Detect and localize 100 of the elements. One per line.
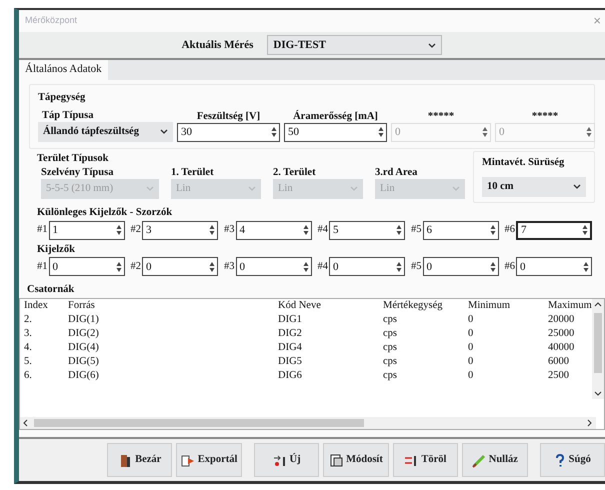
spin-arrows-icon: [583, 260, 589, 273]
table-cell-text: cps: [383, 369, 398, 383]
number-field[interactable]: 4: [236, 220, 312, 240]
door-icon: [118, 452, 132, 468]
spin-arrows-icon: [209, 260, 215, 273]
chevron-down-icon: [146, 186, 154, 191]
field-label: #6: [504, 223, 515, 238]
toolbar-button[interactable]: Módosít: [323, 443, 389, 477]
table-cell-text: 25000: [548, 327, 576, 341]
spin-arrows-icon: [586, 126, 592, 138]
number-field[interactable]: 30: [177, 122, 280, 142]
table-cell-text: DIG5: [278, 355, 303, 369]
column-header[interactable]: Minimum: [468, 299, 548, 313]
spin-arrows-icon: [116, 260, 122, 273]
toolbar-button[interactable]: Exportál: [176, 443, 242, 477]
toolbar-button[interactable]: Bezár: [107, 443, 172, 477]
new-icon: [272, 452, 286, 468]
number-field[interactable]: 0: [422, 257, 498, 276]
table-cell-text: 2.: [24, 313, 33, 327]
field-label: *****: [530, 110, 560, 123]
number-field[interactable]: 7: [516, 220, 592, 240]
group-title: Csatornák: [26, 283, 76, 298]
measurement-label: Aktuális Mérés: [182, 38, 254, 53]
column-header[interactable]: Mértékegység: [383, 299, 468, 313]
chevron-down-icon: [428, 42, 436, 48]
table-cell-text: 4.: [24, 341, 33, 355]
density-dropdown[interactable]: 10 cm: [482, 176, 586, 197]
number-field[interactable]: 1: [48, 220, 124, 240]
group-title: Tápegység: [38, 91, 86, 105]
spin-arrows-icon: [302, 260, 308, 273]
chevron-down-icon: [248, 186, 256, 191]
spin-arrows-icon: [209, 224, 215, 236]
spin-arrows-icon: [490, 260, 496, 273]
field-label: Feszültség [V]: [196, 110, 262, 123]
table-cell-text: 0: [468, 313, 474, 327]
column-header[interactable]: Index: [24, 299, 68, 313]
field-label: #2: [130, 260, 141, 274]
spin-arrows-icon: [396, 224, 402, 236]
field-label: Áramerősség [mA]: [292, 110, 379, 123]
field-label: Táp Típusa: [41, 110, 94, 122]
number-field[interactable]: 0: [329, 257, 405, 276]
table-cell-text: 0: [468, 355, 474, 369]
chevron-down-icon: [573, 184, 581, 190]
spin-arrows-icon: [271, 126, 277, 138]
spin-arrows-icon: [582, 224, 588, 236]
spin-arrows-icon: [490, 224, 496, 236]
table-cell-text: 6.: [24, 369, 33, 383]
table-cell-text: DIG(1): [68, 313, 100, 327]
help-icon: [554, 452, 566, 468]
table-cell-text: 0: [468, 327, 474, 341]
field-label: #3: [224, 260, 234, 274]
group-title: Terület Típusok: [37, 152, 110, 166]
chevron-down-icon: [160, 129, 168, 134]
number-field[interactable]: 0: [236, 257, 312, 276]
field-label: #1: [37, 260, 48, 274]
table-cell-text: 6000: [548, 355, 570, 369]
edit-icon: [329, 452, 344, 468]
number-field[interactable]: 0: [516, 257, 592, 276]
table-cell-text: DIG(5): [68, 355, 100, 369]
field-label: #4: [318, 260, 328, 274]
spin-arrows-icon: [116, 224, 122, 236]
table-cell-text: 2500: [548, 369, 570, 383]
toolbar-button[interactable]: Új: [254, 443, 320, 477]
field-label: 2. Terület: [273, 166, 317, 178]
table-cell-text: 0: [468, 341, 474, 355]
field-label: #1: [37, 223, 48, 238]
field-label: Mintavét. Sürüség: [482, 156, 566, 169]
field-label: *****: [426, 110, 456, 123]
number-field[interactable]: 3: [142, 220, 218, 240]
table-cell-text: DIG(6): [68, 369, 100, 383]
spin-arrows-icon: [378, 126, 384, 138]
table-cell-text: 20000: [548, 313, 576, 327]
table-cell-text: DIG4: [278, 341, 303, 355]
table-cell-text: 5.: [24, 355, 33, 369]
table-cell-text: DIG(4): [68, 341, 100, 355]
field-label: 1. Terület: [171, 166, 215, 178]
table-cell-text: cps: [383, 313, 398, 327]
number-field[interactable]: 5: [329, 220, 405, 240]
column-header[interactable]: Kód Neve: [278, 299, 383, 313]
column-header[interactable]: Forrás: [68, 299, 278, 313]
chevron-down-icon: [350, 186, 358, 191]
column-header[interactable]: Maximum: [548, 299, 592, 313]
measurement-dropdown[interactable]: DIG-TEST: [267, 35, 442, 55]
number-field[interactable]: 6: [422, 220, 498, 240]
toolbar-button[interactable]: Töröl: [392, 443, 458, 477]
toolbar-button[interactable]: Súgó: [540, 443, 605, 477]
number-field[interactable]: 0: [142, 257, 218, 276]
table-cell-text: cps: [383, 341, 398, 355]
export-icon: [180, 452, 195, 468]
tab[interactable]: Általános Adatok: [19, 60, 108, 80]
number-field[interactable]: 50: [284, 122, 387, 142]
table-cell-text: 40000: [548, 341, 576, 355]
field-label: #5: [411, 260, 422, 274]
spin-arrows-icon: [396, 260, 402, 273]
field-label: #3: [224, 223, 234, 238]
group-title: Kijelzők: [37, 242, 76, 256]
power-type-dropdown[interactable]: Állandó tápfeszültség: [38, 122, 173, 142]
number-field[interactable]: 0: [48, 257, 124, 276]
toolbar-button[interactable]: Nulláz: [462, 443, 528, 477]
table-cell-text: cps: [383, 355, 398, 369]
